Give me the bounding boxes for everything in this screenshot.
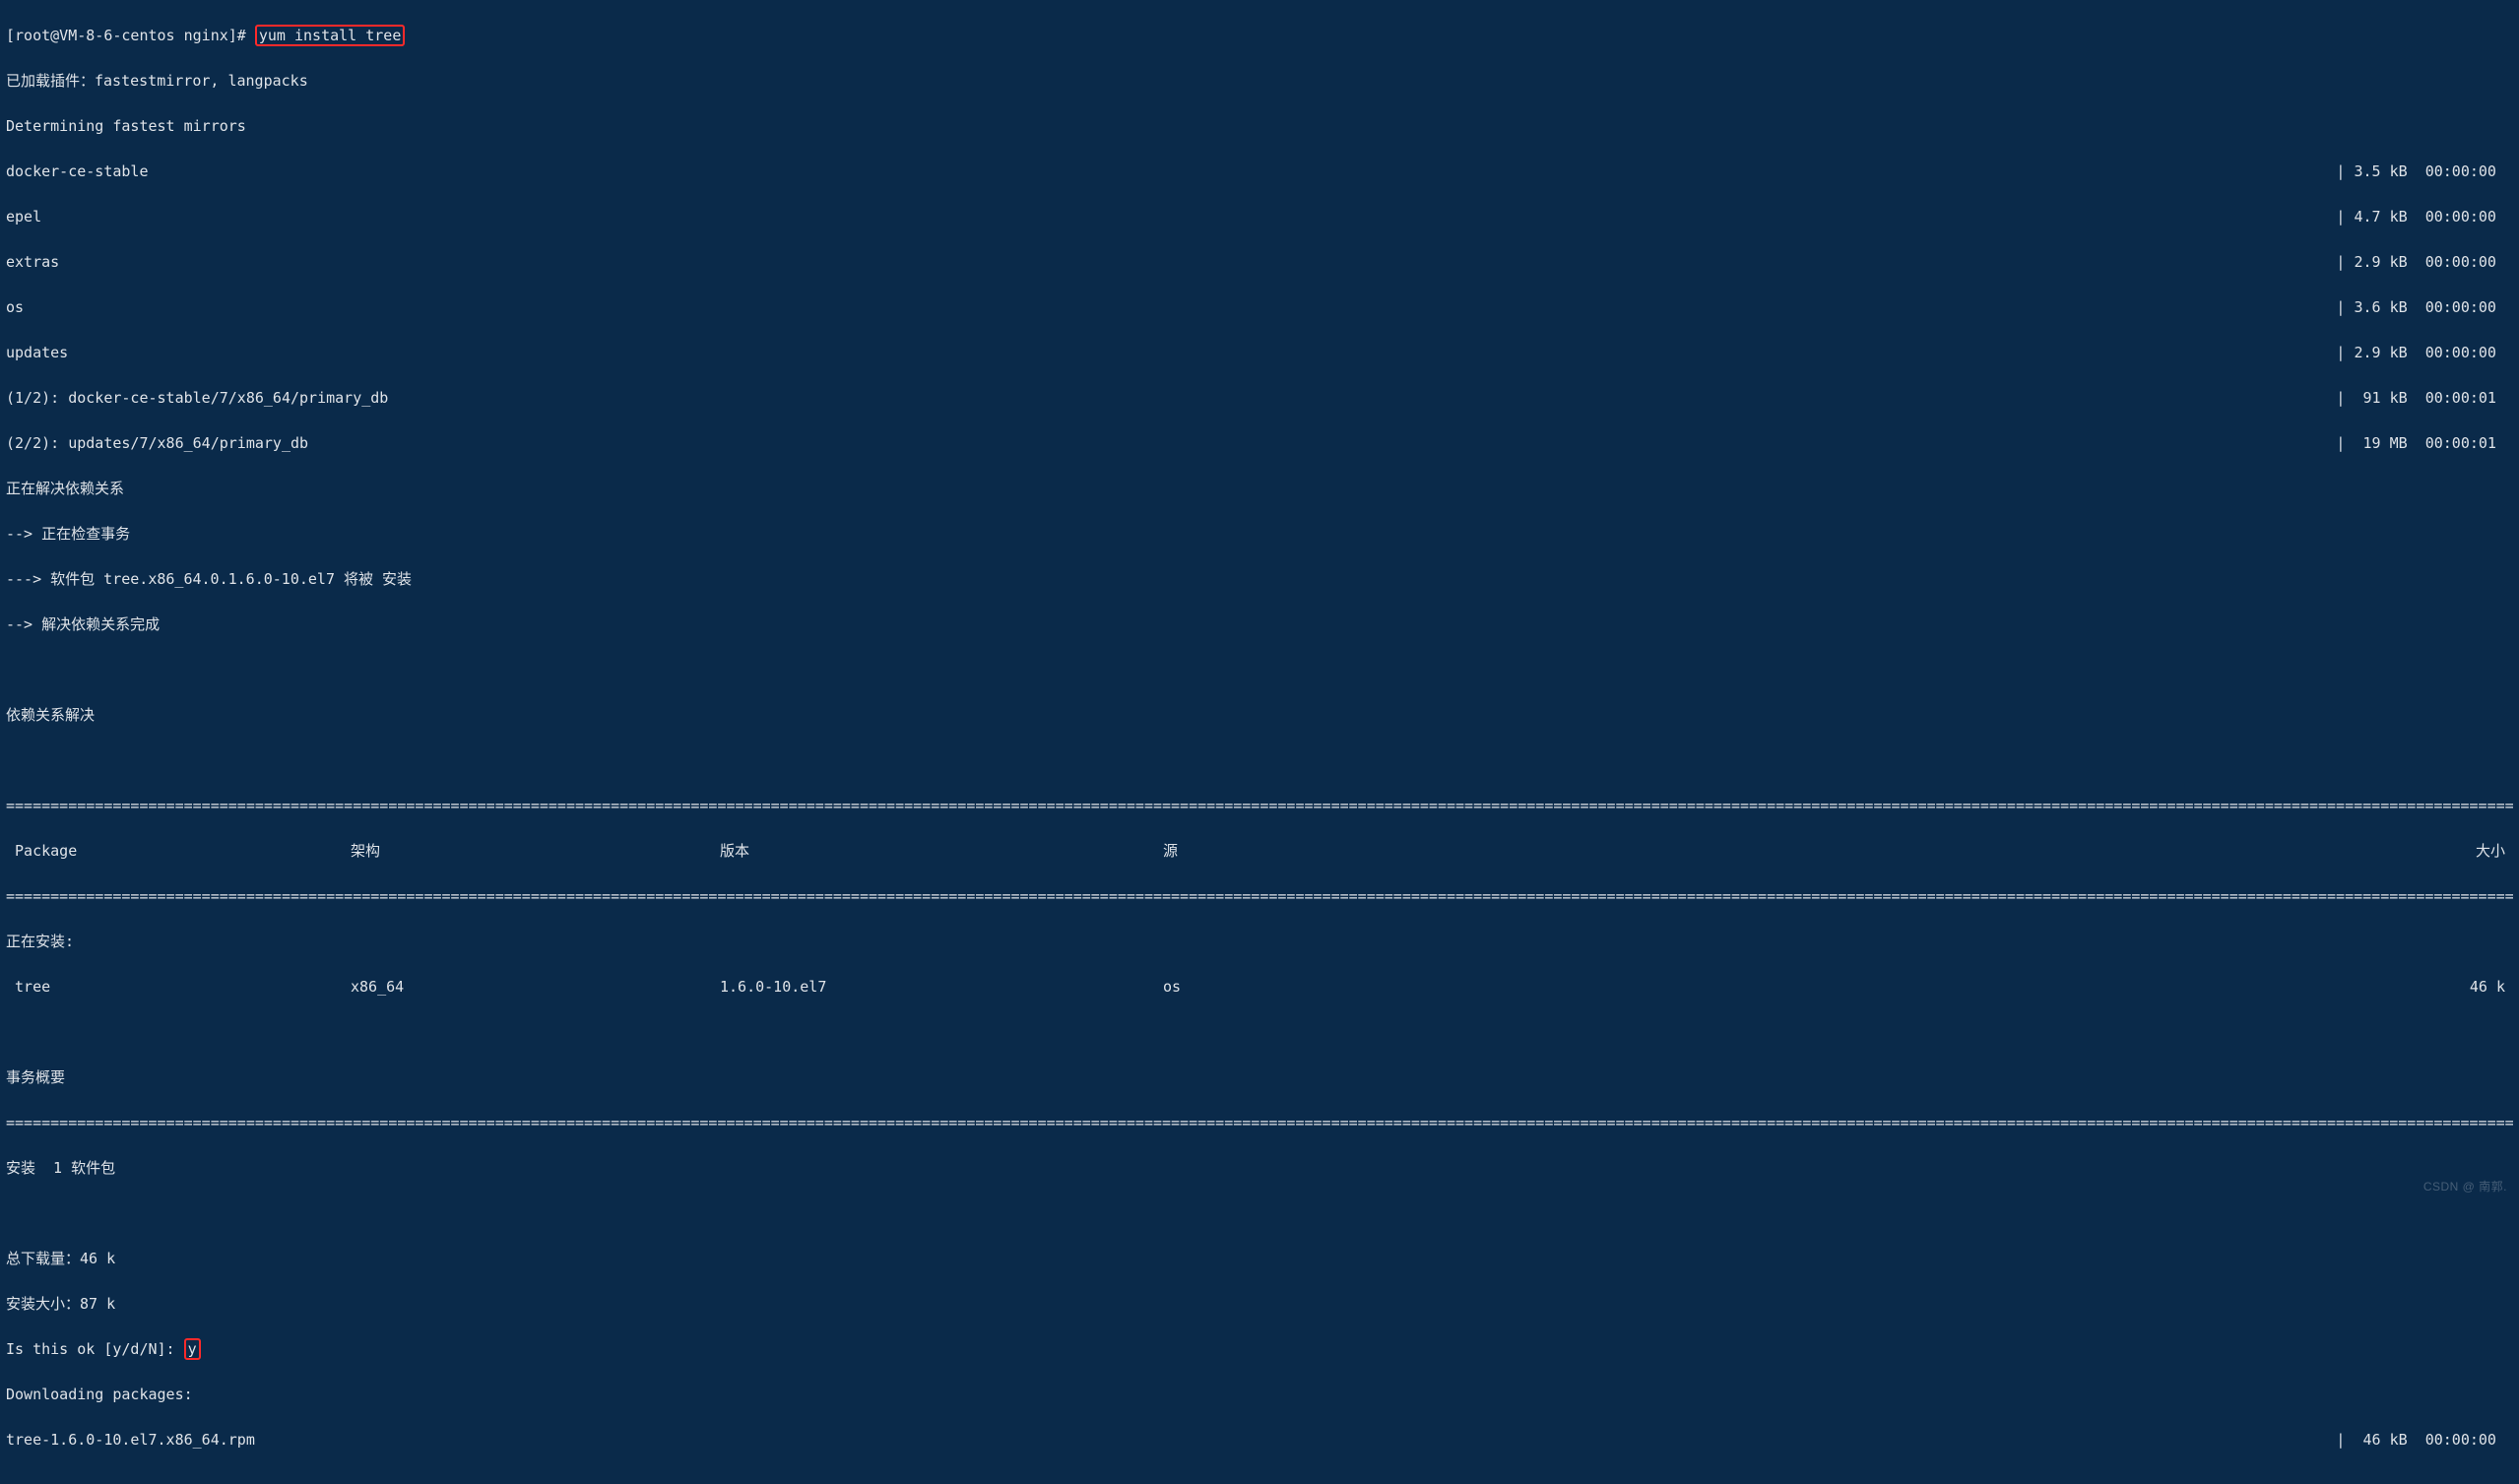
repo-line: extras | 2.9 kB 00:00:00 [6,251,2513,274]
table-row: tree x86_64 1.6.0-10.el7 os 46 k [6,976,2513,999]
col-package: Package [6,840,351,863]
dep-resolved: 依赖关系解决 [6,704,2513,727]
col-arch: 架构 [351,840,720,863]
repo-stat: | 2.9 kB 00:00:00 [2336,251,2513,274]
repo-stat: | 3.6 kB 00:00:00 [2336,296,2513,319]
repo-stat: | 2.9 kB 00:00:00 [2336,342,2513,364]
cell-package: tree [6,976,351,999]
repo-line: updates | 2.9 kB 00:00:00 [6,342,2513,364]
watermark: CSDN @ 南郭. [2423,1176,2507,1198]
cell-repo: os [1163,976,1483,999]
separator: ========================================… [6,795,2513,817]
confirm-line: Is this ok [y/d/N]: y [6,1338,2513,1361]
fetch-line: (1/2): docker-ce-stable/7/x86_64/primary… [6,387,2513,410]
fetch-stat: | 19 MB 00:00:01 [2336,432,2513,455]
blank-line [6,749,2513,772]
dep-resolving: 正在解决依赖关系 [6,478,2513,500]
table-header: Package 架构 版本 源 大小 [6,840,2513,863]
download-stat: | 46 kB 00:00:00 [2336,1429,2513,1452]
confirm-answer[interactable]: y [184,1338,201,1360]
fetch-line: (2/2): updates/7/x86_64/primary_db | 19 M… [6,432,2513,455]
dep-check: --> 正在检查事务 [6,523,2513,546]
dep-pkg: ---> 软件包 tree.x86_64.0.1.6.0-10.el7 将被 安… [6,568,2513,591]
download-label: Downloading packages: [6,1384,2513,1406]
blank-line [6,1021,2513,1044]
fetch-label: (2/2): updates/7/x86_64/primary_db [6,432,308,455]
blank-line [6,1202,2513,1225]
repo-name: docker-ce-stable [6,161,149,183]
download-line: tree-1.6.0-10.el7.x86_64.rpm | 46 kB 00:0… [6,1429,2513,1452]
prompt-prefix: [root@VM-8-6-centos nginx]# [6,27,255,44]
plugins-line: 已加载插件：fastestmirror, langpacks [6,70,2513,93]
fetch-stat: | 91 kB 00:00:01 [2336,387,2513,410]
repo-stat: | 3.5 kB 00:00:00 [2336,161,2513,183]
separator: ========================================… [6,1112,2513,1134]
blank-line [6,659,2513,681]
col-repo: 源 [1163,840,1483,863]
repo-name: extras [6,251,59,274]
repo-line: docker-ce-stable | 3.5 kB 00:00:00 [6,161,2513,183]
highlighted-command: yum install tree [255,25,406,46]
col-size: 大小 [1483,840,2513,863]
summary-dl-total: 总下载量：46 k [6,1248,2513,1270]
summary-install-size: 安装大小：87 k [6,1293,2513,1316]
summary-install: 安装 1 软件包 [6,1157,2513,1180]
repo-name: epel [6,206,41,228]
repo-line: epel | 4.7 kB 00:00:00 [6,206,2513,228]
repo-name: updates [6,342,68,364]
prompt-line: [root@VM-8-6-centos nginx]# yum install … [6,25,2513,47]
cell-arch: x86_64 [351,976,720,999]
col-version: 版本 [720,840,1163,863]
separator: ========================================… [6,885,2513,908]
fetch-label: (1/2): docker-ce-stable/7/x86_64/primary… [6,387,388,410]
cell-size: 46 k [1483,976,2513,999]
repo-line: os | 3.6 kB 00:00:00 [6,296,2513,319]
dep-done: --> 解决依赖关系完成 [6,613,2513,636]
summary-title: 事务概要 [6,1066,2513,1089]
repo-name: os [6,296,24,319]
download-rpm: tree-1.6.0-10.el7.x86_64.rpm [6,1429,255,1452]
cell-version: 1.6.0-10.el7 [720,976,1163,999]
repo-stat: | 4.7 kB 00:00:00 [2336,206,2513,228]
terminal-output[interactable]: [root@VM-8-6-centos nginx]# yum install … [0,0,2519,1484]
confirm-question: Is this ok [y/d/N]: [6,1340,184,1358]
determining-line: Determining fastest mirrors [6,115,2513,138]
installing-label: 正在安装: [6,931,2513,953]
